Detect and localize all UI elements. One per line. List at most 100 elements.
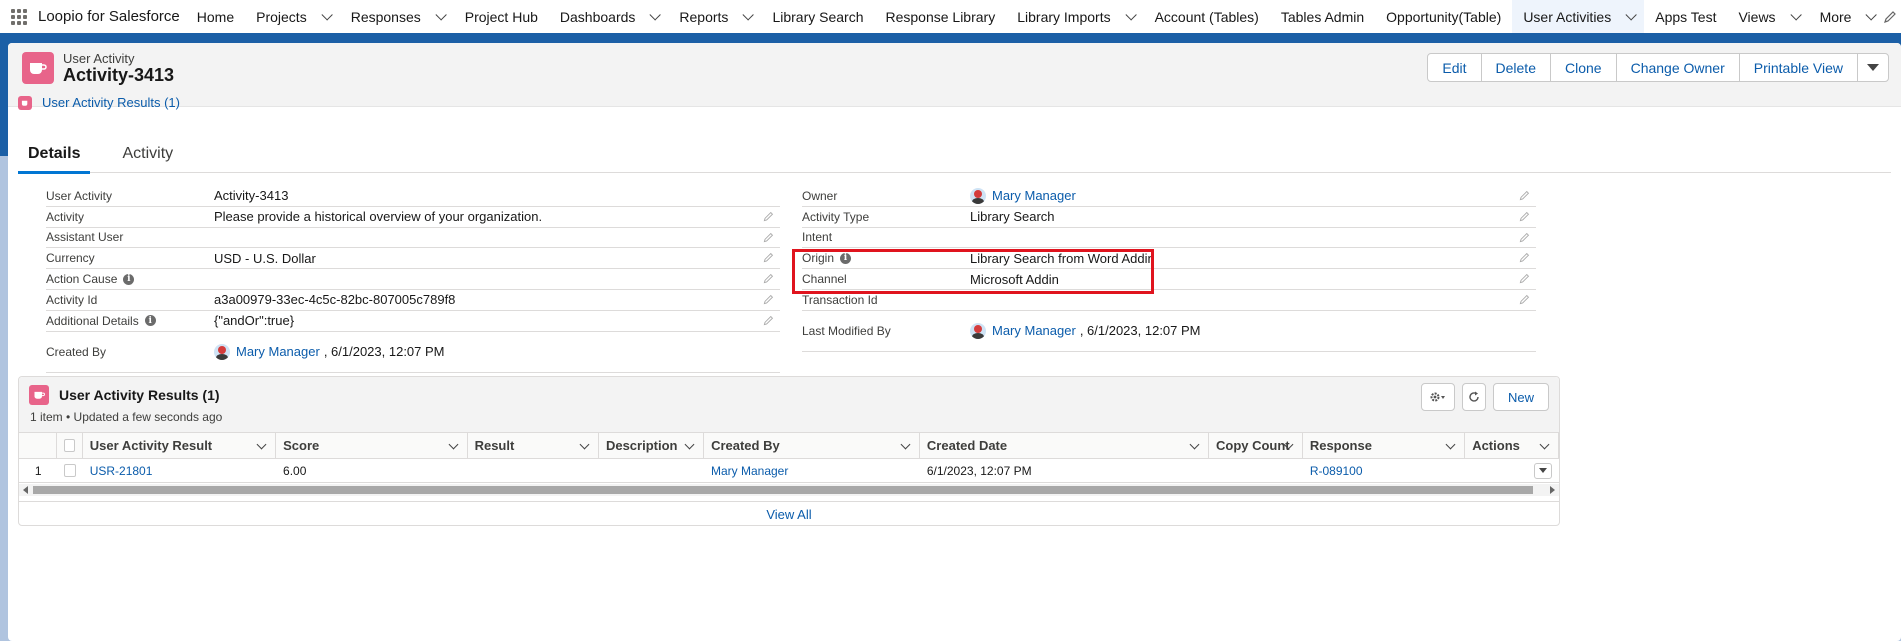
delete-button[interactable]: Delete: [1480, 53, 1551, 82]
related-quick-link[interactable]: User Activity Results (1): [18, 95, 180, 110]
cell-created-by[interactable]: Mary Manager: [704, 459, 920, 482]
cell-value[interactable]: Mary Manager: [711, 464, 788, 478]
edit-pencil-icon[interactable]: [1519, 294, 1530, 305]
new-button[interactable]: New: [1492, 383, 1549, 411]
nav-item-response-library[interactable]: Response Library: [874, 0, 1006, 33]
nav-item-apps-test[interactable]: Apps Test: [1644, 0, 1727, 33]
printable-view-button[interactable]: Printable View: [1738, 53, 1858, 82]
tab-activity[interactable]: Activity: [112, 145, 183, 173]
clone-button[interactable]: Clone: [1549, 53, 1617, 82]
checkbox[interactable]: [64, 464, 76, 477]
edit-pencil-icon[interactable]: [763, 294, 774, 305]
nav-item-library-imports[interactable]: Library Imports: [1006, 0, 1143, 33]
chevron-down-icon[interactable]: [435, 8, 447, 21]
nav-items: Home Projects Responses Project Hub Dashboar…: [186, 0, 1885, 36]
chevron-down-icon[interactable]: [1790, 8, 1802, 21]
column-header-score[interactable]: Score: [276, 433, 468, 458]
edit-pencil-icon[interactable]: [763, 315, 774, 326]
cell-value[interactable]: R-089100: [1310, 464, 1363, 478]
edit-button[interactable]: Edit: [1427, 53, 1482, 82]
chevron-down-icon[interactable]: [742, 8, 755, 21]
refresh-button[interactable]: [1461, 383, 1486, 411]
field-label-text: Currency: [46, 251, 95, 266]
cell-created-date: 6/1/2023, 12:07 PM: [920, 459, 1209, 482]
nav-item-reports[interactable]: Reports: [668, 0, 761, 33]
change-owner-button[interactable]: Change Owner: [1615, 53, 1740, 82]
list-settings-button[interactable]: [1420, 383, 1455, 411]
row-actions-button[interactable]: [1533, 462, 1552, 479]
chevron-down-icon[interactable]: [321, 8, 333, 21]
chevron-down-icon[interactable]: [579, 439, 590, 450]
edit-pencil-icon[interactable]: [1519, 211, 1530, 222]
column-header-result[interactable]: Result: [468, 433, 599, 458]
nav-item-project-hub[interactable]: Project Hub: [454, 0, 549, 33]
nav-item-more[interactable]: More: [1809, 0, 1885, 33]
user-link[interactable]: Mary Manager: [992, 323, 1076, 338]
checkbox[interactable]: [64, 439, 75, 452]
nav-item-opportunity-table[interactable]: Opportunity(Table): [1375, 0, 1512, 33]
cell-value[interactable]: USR-21801: [90, 464, 153, 478]
related-list-title[interactable]: User Activity Results (1): [59, 387, 220, 403]
user-link[interactable]: Mary Manager: [992, 188, 1076, 203]
select-all-checkbox[interactable]: [57, 433, 83, 458]
nav-item-user-activities[interactable]: User Activities: [1512, 0, 1645, 36]
chevron-down-icon[interactable]: [649, 8, 662, 21]
column-header-copy-count[interactable]: Copy Count: [1209, 433, 1303, 458]
user-link[interactable]: Mary Manager: [236, 344, 320, 359]
cell-user-activity-result[interactable]: USR-21801: [83, 459, 276, 482]
chevron-down-icon[interactable]: [1539, 439, 1550, 450]
nav-item-responses[interactable]: Responses: [340, 0, 454, 33]
chevron-down-icon[interactable]: [448, 439, 459, 450]
column-header-description[interactable]: Description: [599, 433, 705, 458]
column-header-actions[interactable]: Actions: [1465, 433, 1560, 458]
column-header-created-by[interactable]: Created By: [704, 433, 920, 458]
info-icon[interactable]: i: [123, 273, 135, 285]
chevron-down-icon[interactable]: [684, 439, 695, 450]
edit-pencil-icon[interactable]: [763, 252, 774, 263]
nav-item-tables-admin[interactable]: Tables Admin: [1270, 0, 1375, 33]
nav-item-library-search[interactable]: Library Search: [761, 0, 874, 33]
column-header-created-date[interactable]: Created Date: [920, 433, 1209, 458]
edit-pencil-icon[interactable]: [1519, 273, 1530, 284]
edit-nav-icon[interactable]: [1883, 10, 1897, 24]
chevron-down-icon[interactable]: [1445, 439, 1456, 450]
edit-pencil-icon[interactable]: [1519, 190, 1530, 201]
column-header-response[interactable]: Response: [1303, 433, 1466, 458]
edit-pencil-icon[interactable]: [763, 273, 774, 284]
info-icon[interactable]: i: [144, 315, 156, 327]
field-label: Assistant User: [46, 230, 214, 244]
row-checkbox[interactable]: [57, 459, 82, 482]
nav-item-label: Apps Test: [1655, 8, 1717, 25]
app-launcher-button[interactable]: [0, 0, 38, 33]
view-all-link[interactable]: View All: [19, 501, 1559, 526]
edit-pencil-icon[interactable]: [1519, 232, 1530, 243]
app-name: Loopio for Salesforce: [38, 8, 180, 25]
row-number: 1: [34, 463, 42, 478]
nav-item-projects[interactable]: Projects: [245, 0, 340, 33]
nav-item-views[interactable]: Views: [1727, 0, 1808, 33]
tab-details[interactable]: Details: [18, 145, 91, 174]
chevron-down-icon[interactable]: [1125, 8, 1137, 21]
chevron-down-icon[interactable]: [256, 439, 267, 450]
edit-pencil-icon[interactable]: [1519, 252, 1530, 263]
more-actions-button[interactable]: [1857, 53, 1889, 82]
nav-item-home[interactable]: Home: [186, 0, 245, 33]
scroll-left-icon[interactable]: [23, 486, 28, 494]
scroll-right-icon[interactable]: [1550, 486, 1555, 494]
edit-pencil-icon[interactable]: [763, 232, 774, 243]
field-label-text: Activity Type: [802, 209, 870, 224]
cell-response[interactable]: R-089100: [1303, 459, 1465, 482]
horizontal-scrollbar[interactable]: [19, 484, 1559, 496]
field-activity-type: Activity Type Library Search: [802, 207, 1536, 228]
field-label: User Activity: [46, 189, 214, 203]
nav-item-account-tables[interactable]: Account (Tables): [1144, 0, 1270, 33]
nav-item-dashboards[interactable]: Dashboards: [549, 0, 669, 33]
chevron-down-icon[interactable]: [1189, 439, 1200, 450]
chevron-down-icon[interactable]: [1865, 8, 1878, 21]
chevron-down-icon[interactable]: [900, 439, 911, 450]
column-header-label: Copy Count: [1215, 438, 1290, 453]
chevron-down-icon[interactable]: [1625, 8, 1638, 21]
scroll-thumb[interactable]: [33, 486, 1533, 494]
column-header-user-activity-result[interactable]: User Activity Result: [83, 433, 277, 458]
edit-pencil-icon[interactable]: [763, 211, 774, 222]
